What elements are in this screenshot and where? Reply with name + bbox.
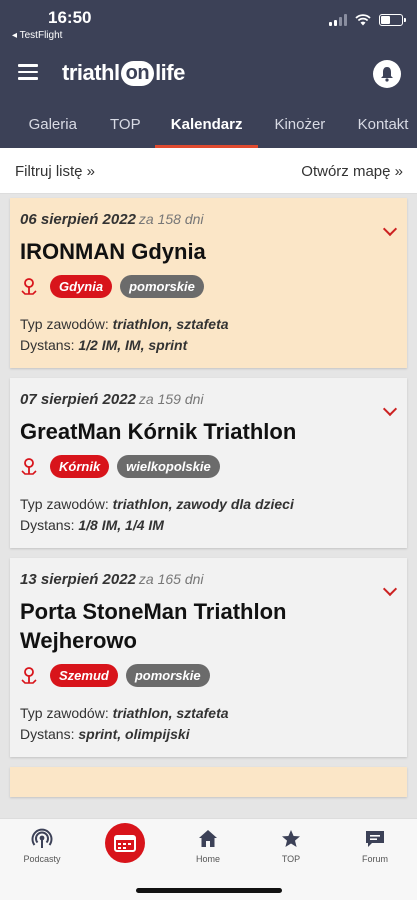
nav-label: Forum [361,854,388,864]
signal-icon [329,14,347,26]
nav-podcasty[interactable]: Podcasty [7,827,77,864]
logo-text-on: on [120,60,155,86]
wifi-icon [355,14,371,26]
type-label: Typ zawodów: [20,316,109,332]
event-list: 06 sierpień 2022 za 158 dni IRONMAN Gdyni… [0,194,417,818]
event-meta: Typ zawodów: triathlon, sztafeta Dystans… [20,703,397,745]
map-pin-icon [20,665,38,687]
city-badge[interactable]: Kórnik [50,455,110,478]
tab-kontakt[interactable]: Kontakt [358,108,417,148]
map-pin-icon [20,276,38,298]
status-time: 16:50 [48,8,92,27]
star-icon [256,827,326,851]
filter-list-link[interactable]: Filtruj listę » [15,163,95,180]
tab-top[interactable]: TOP [109,108,141,148]
event-title: Porta StoneMan Triathlon Wejherowo [20,599,287,653]
event-title: GreatMan Kórnik Triathlon [20,419,297,444]
open-map-link[interactable]: Otwórz mapę » [301,163,403,180]
nav-home[interactable]: Home [173,827,243,864]
nav-label: Podcasty [23,854,61,864]
type-value: triathlon, zawody dla dzieci [112,496,294,512]
event-tags: Szemud pomorskie [20,664,397,687]
distance-label: Dystans: [20,337,75,353]
event-date-text: 13 sierpień 2022 [20,571,136,588]
logo-text-left: triathl [62,60,120,85]
tab-kalendarz[interactable]: Kalendarz [155,108,259,148]
city-badge[interactable]: Szemud [50,664,118,687]
region-badge[interactable]: pomorskie [125,664,210,687]
event-date-text: 06 sierpień 2022 [20,211,136,228]
forum-icon [340,827,410,851]
event-countdown: za 159 dni [138,391,204,407]
distance-value: 1/2 IM, IM, sprint [78,337,188,353]
region-badge[interactable]: wielkopolskie [117,455,220,478]
event-countdown: za 158 dni [138,211,204,227]
distance-value: 1/8 IM, 1/4 IM [78,517,164,533]
home-indicator [136,888,282,893]
event-tags: Gdynia pomorskie [20,275,397,298]
event-tags: Kórnik wielkopolskie [20,455,397,478]
event-meta: Typ zawodów: triathlon, sztafeta Dystans… [20,314,397,356]
event-card-partial[interactable] [10,767,407,797]
region-badge[interactable]: pomorskie [120,275,204,298]
event-card[interactable]: 06 sierpień 2022 za 158 dni IRONMAN Gdyni… [10,198,407,368]
calendar-button[interactable] [105,823,145,863]
distance-value: sprint, olimpijski [78,726,190,742]
type-value: triathlon, sztafeta [112,316,229,332]
hamburger-menu-button[interactable] [18,64,38,82]
map-pin-icon [20,456,38,478]
distance-label: Dystans: [20,726,75,742]
event-date: 07 sierpień 2022 za 159 dni [20,391,397,408]
tab-kinozer[interactable]: Kinożer [272,108,327,148]
nav-forum[interactable]: Forum [340,827,410,864]
type-label: Typ zawodów: [20,705,109,721]
nav-label: TOP [281,854,301,864]
home-icon [173,827,243,851]
bell-icon [381,67,393,82]
notifications-button[interactable] [373,60,401,88]
event-date: 06 sierpień 2022 za 158 dni [20,211,397,228]
type-value: triathlon, sztafeta [112,705,229,721]
tab-galeria[interactable]: Galeria [27,108,78,148]
status-icons [329,14,406,26]
event-title: IRONMAN Gdynia [20,239,206,264]
battery-icon [379,14,406,26]
app-logo: triathl on life [62,56,185,90]
city-badge[interactable]: Gdynia [50,275,113,298]
type-label: Typ zawodów: [20,496,109,512]
filter-bar: Filtruj listę » Otwórz mapę » [0,148,417,194]
distance-label: Dystans: [20,517,75,533]
event-date-text: 07 sierpień 2022 [20,391,136,408]
event-card[interactable]: 13 sierpień 2022 za 165 dni Porta StoneMa… [10,558,407,757]
testflight-back-link[interactable]: ◂ TestFlight [12,30,62,41]
event-meta: Typ zawodów: triathlon, zawody dla dziec… [20,494,397,536]
event-date: 13 sierpień 2022 za 165 dni [20,571,397,588]
logo-text-right: life [155,60,185,85]
nav-top[interactable]: TOP [256,827,326,864]
event-card[interactable]: 07 sierpień 2022 za 159 dni GreatMan Kórn… [10,378,407,548]
podcast-icon [7,827,77,851]
calendar-icon [114,835,136,852]
top-tabs: Galeria TOP Kalendarz Kinożer Kontakt [0,108,417,148]
nav-label: Home [195,854,220,864]
app-header: 16:50 ◂ TestFlight triathl on life Galeria… [0,0,417,148]
event-countdown: za 165 dni [138,571,204,587]
